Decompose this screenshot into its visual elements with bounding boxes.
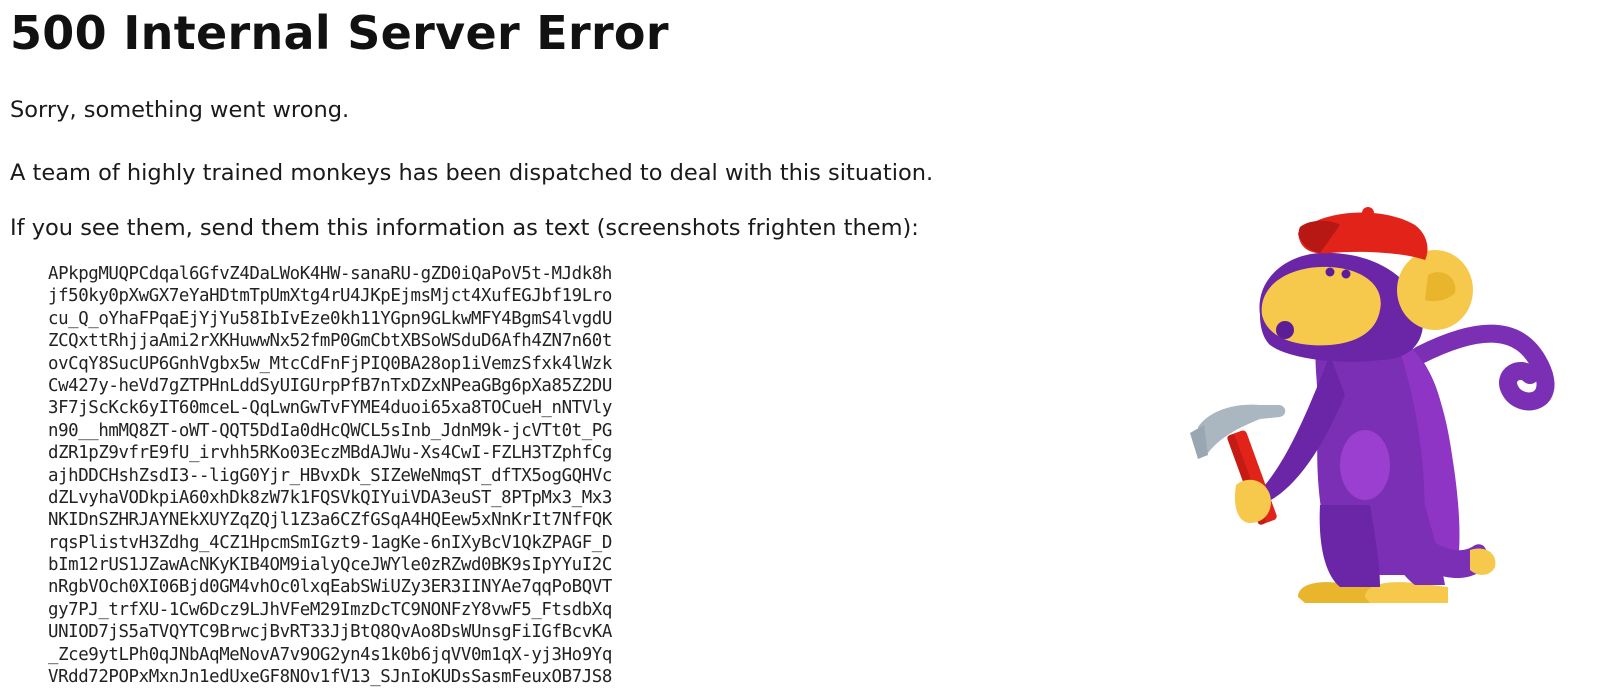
debug-info-line: UNIOD7jS5aTVQYTC9BrwcjBvRT33JjBtQ8QvAo8D… (48, 622, 612, 643)
debug-info-line: jf50ky0pXwGX7eYaHDtmTpUmXtg4rU4JKpEjmsMj… (48, 286, 612, 307)
debug-info-line: _Zce9ytLPh0qJNbAqMeNovA7v9OG2yn4s1k0b6jq… (48, 644, 612, 665)
monkey-illustration (1190, 207, 1555, 603)
instructions-message: If you see them, send them this informat… (10, 215, 919, 241)
page-title: 500 Internal Server Error (10, 6, 669, 60)
debug-info-line: bIm12rUS1JZawAcNKyKIB4OM9ialyQceJWYle0zR… (48, 555, 612, 576)
debug-info-line: 3F7jScKck6yIT60mceL-QqLwnGwTvFYME4duoi65… (48, 398, 612, 419)
error-page: 500 Internal Server Error Sorry, somethi… (10, 0, 1160, 692)
debug-info-line: ajhDDCHshZsdI3--ligG0Yjr_HBvxDk_SIZeWeNm… (48, 465, 612, 486)
debug-info-line: n90__hmMQ8ZT-oWT-QQT5DdIa0dHcQWCL5sInb_J… (48, 420, 612, 441)
debug-info-line: NKIDnSZHRJAYNEkXUYZqZQjl1Z3a6CZfGSqA4HQE… (48, 510, 612, 531)
debug-info-line: rqsPlistvH3Zdhg_4CZ1HpcmSmIGzt9-1agKe-6n… (48, 532, 612, 553)
debug-info-line: VRdd72POPxMxnJn1edUxeGF8NOv1fV13_SJnIoKU… (48, 667, 612, 688)
debug-info-line: nRgbVOch0XI06Bjd0GM4vhOc0lxqEabSWiUZy3ER… (48, 577, 612, 598)
debug-info-line: dZLvyhaVODkpiA60xhDk8zW7k1FQSVkQIYuiVDA3… (48, 487, 612, 508)
debug-info-line: cu_Q_oYhaFPqaEjYjYu58IbIvEze0kh11YGpn9GL… (48, 308, 612, 329)
debug-info-line: gy7PJ_trfXU-1Cw6Dcz9LJhVFeM29ImzDcTC9NON… (48, 599, 612, 620)
debug-info-line: ovCqY8SucUP6GnhVgbx5w_MtcCdFnFjPIQ0BA28o… (48, 353, 612, 374)
debug-info-line: Cw427y-heVd7gZTPHnLddSyUIGUrpPfB7nTxDZxN… (48, 375, 612, 396)
debug-info-block[interactable]: APkpgMUQPCdqal6GfvZ4DaLWoK4HW-sanaRU-gZD… (48, 263, 612, 688)
debug-info-line: ZCQxttRhjjaAmi2rXKHuwwNx52fmP0GmCbtXBSoW… (48, 331, 612, 352)
sorry-message: Sorry, something went wrong. (10, 97, 350, 123)
monkeys-message: A team of highly trained monkeys has bee… (10, 160, 934, 186)
debug-info-line: APkpgMUQPCdqal6GfvZ4DaLWoK4HW-sanaRU-gZD… (48, 264, 612, 284)
debug-info-line: dZR1pZ9vfrE9fU_irvhh5RKo03EczMBdAJWu-Xs4… (48, 443, 612, 464)
